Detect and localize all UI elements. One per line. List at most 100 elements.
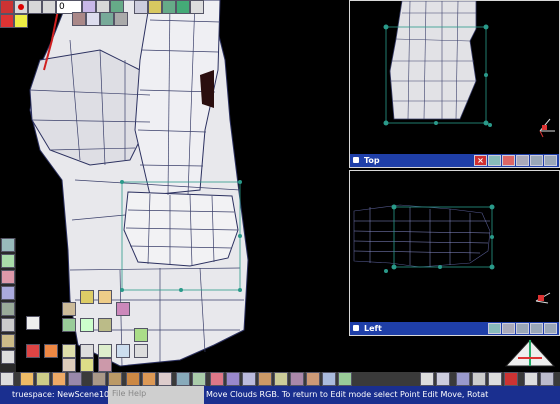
obj-e-icon[interactable] bbox=[92, 372, 106, 386]
tool-light-icon[interactable] bbox=[1, 350, 15, 364]
bottom-toolbar bbox=[0, 372, 560, 386]
obj-p-icon[interactable] bbox=[274, 372, 288, 386]
plane-icon[interactable] bbox=[80, 318, 94, 332]
obj-s-icon[interactable] bbox=[338, 372, 352, 386]
view-icon-d[interactable] bbox=[530, 155, 543, 166]
tube-icon[interactable] bbox=[98, 318, 112, 332]
prim-c-icon[interactable] bbox=[62, 344, 76, 358]
obj-l-icon[interactable] bbox=[210, 372, 224, 386]
obj-o-icon[interactable] bbox=[258, 372, 272, 386]
prim-b-icon[interactable] bbox=[44, 344, 58, 358]
tool-move-icon[interactable] bbox=[1, 254, 15, 268]
view-icon-e[interactable] bbox=[544, 323, 557, 334]
view-icon-a[interactable] bbox=[488, 155, 501, 166]
eye-icon[interactable] bbox=[0, 372, 14, 386]
view-icon-d[interactable] bbox=[530, 323, 543, 334]
prim-h-icon[interactable] bbox=[62, 358, 76, 372]
rewind-icon[interactable] bbox=[28, 0, 42, 14]
sphere-prim-icon[interactable] bbox=[62, 318, 76, 332]
paint-icon[interactable] bbox=[148, 0, 162, 14]
menu-strip: File Help bbox=[108, 386, 204, 404]
disc-icon[interactable] bbox=[134, 328, 148, 342]
obj-h-icon[interactable] bbox=[142, 372, 156, 386]
tool-a-icon[interactable] bbox=[0, 14, 14, 28]
top-toolbar: 0 bbox=[0, 0, 134, 28]
menu-help[interactable]: Help bbox=[128, 389, 146, 398]
tool-b-icon[interactable] bbox=[14, 14, 28, 28]
obj-g-icon[interactable] bbox=[126, 372, 140, 386]
obj-c-icon[interactable] bbox=[52, 372, 66, 386]
top-view-mesh bbox=[383, 1, 555, 138]
motion-alt-icon[interactable] bbox=[72, 12, 86, 26]
face-icon[interactable] bbox=[306, 372, 320, 386]
wave-icon[interactable] bbox=[162, 0, 176, 14]
obj-i-icon[interactable] bbox=[158, 372, 172, 386]
left-viewport-titlebar[interactable]: Left bbox=[350, 322, 559, 335]
list-icon[interactable] bbox=[86, 12, 100, 26]
first-frame-icon[interactable] bbox=[42, 0, 56, 14]
tool-deform-icon[interactable] bbox=[1, 302, 15, 316]
obj-r-icon[interactable] bbox=[322, 372, 336, 386]
viewport-menu-icon[interactable] bbox=[353, 325, 359, 331]
tool-link-icon[interactable] bbox=[1, 318, 15, 332]
select-arrow-icon[interactable] bbox=[420, 372, 434, 386]
top-viewport-titlebar[interactable]: Top × bbox=[350, 154, 559, 167]
tool-select-icon[interactable] bbox=[1, 238, 15, 252]
top-viewport[interactable]: Top × bbox=[349, 0, 560, 168]
obj-q-icon[interactable] bbox=[290, 372, 304, 386]
left-viewport-label: Left bbox=[364, 324, 382, 333]
prim-f-icon[interactable] bbox=[116, 344, 130, 358]
view-icon-c[interactable] bbox=[516, 323, 529, 334]
status-message: Move Clouds RGB. To return to Edit mode … bbox=[206, 390, 489, 399]
top-viewport-label: Top bbox=[364, 156, 380, 165]
cone-icon[interactable] bbox=[62, 302, 76, 316]
record-icon[interactable] bbox=[14, 0, 28, 14]
status-bar: truespace: NewScene10 Move Clouds RGB. T… bbox=[0, 386, 560, 404]
help-icon[interactable] bbox=[540, 372, 554, 386]
tool-rotate-icon[interactable] bbox=[1, 270, 15, 284]
torus-icon[interactable] bbox=[80, 290, 94, 304]
cylinder-icon[interactable] bbox=[116, 302, 130, 316]
prim-g-icon[interactable] bbox=[134, 344, 148, 358]
prim-j-icon[interactable] bbox=[98, 358, 112, 372]
render-icon[interactable] bbox=[176, 0, 190, 14]
prim-d-icon[interactable] bbox=[80, 344, 94, 358]
view-icon-c[interactable] bbox=[516, 155, 529, 166]
prim-i-icon[interactable] bbox=[80, 358, 94, 372]
view-icon-b[interactable] bbox=[502, 323, 515, 334]
options-icon[interactable] bbox=[524, 372, 538, 386]
prim-e-icon[interactable] bbox=[98, 344, 112, 358]
light-icon[interactable] bbox=[114, 12, 128, 26]
viewport-menu-icon[interactable] bbox=[353, 157, 359, 163]
menu-file[interactable]: File bbox=[112, 389, 125, 398]
obj-f-icon[interactable] bbox=[108, 372, 122, 386]
rotate-icon[interactable] bbox=[488, 372, 502, 386]
obj-b-icon[interactable] bbox=[36, 372, 50, 386]
obj-d-icon[interactable] bbox=[68, 372, 82, 386]
left-viewport[interactable]: Left bbox=[349, 170, 560, 336]
obj-k-icon[interactable] bbox=[192, 372, 206, 386]
view-icon-b[interactable] bbox=[502, 155, 515, 166]
view-icon-e[interactable] bbox=[544, 155, 557, 166]
tool-scale-icon[interactable] bbox=[1, 286, 15, 300]
cube-icon[interactable] bbox=[26, 316, 40, 330]
stop-icon[interactable] bbox=[0, 0, 14, 14]
grid-icon[interactable] bbox=[134, 0, 148, 14]
obj-j-icon[interactable] bbox=[176, 372, 190, 386]
pyramid-icon[interactable] bbox=[98, 290, 112, 304]
obj-a-icon[interactable] bbox=[20, 372, 34, 386]
obj-m-icon[interactable] bbox=[226, 372, 240, 386]
tool-paint-icon[interactable] bbox=[1, 334, 15, 348]
camera-icon[interactable] bbox=[190, 0, 204, 14]
move-icon[interactable] bbox=[472, 372, 486, 386]
grid-toggle-icon[interactable] bbox=[456, 372, 470, 386]
axis-gizmo-left bbox=[535, 292, 551, 304]
obj-n-icon[interactable] bbox=[242, 372, 256, 386]
play-icon[interactable] bbox=[504, 372, 518, 386]
point-edit-icon[interactable] bbox=[436, 372, 450, 386]
prim-a-icon[interactable] bbox=[26, 344, 40, 358]
view-icon-a[interactable] bbox=[488, 323, 501, 334]
close-icon[interactable]: × bbox=[474, 155, 487, 166]
sphere-icon[interactable] bbox=[100, 12, 114, 26]
navigation-widget[interactable] bbox=[500, 336, 560, 372]
